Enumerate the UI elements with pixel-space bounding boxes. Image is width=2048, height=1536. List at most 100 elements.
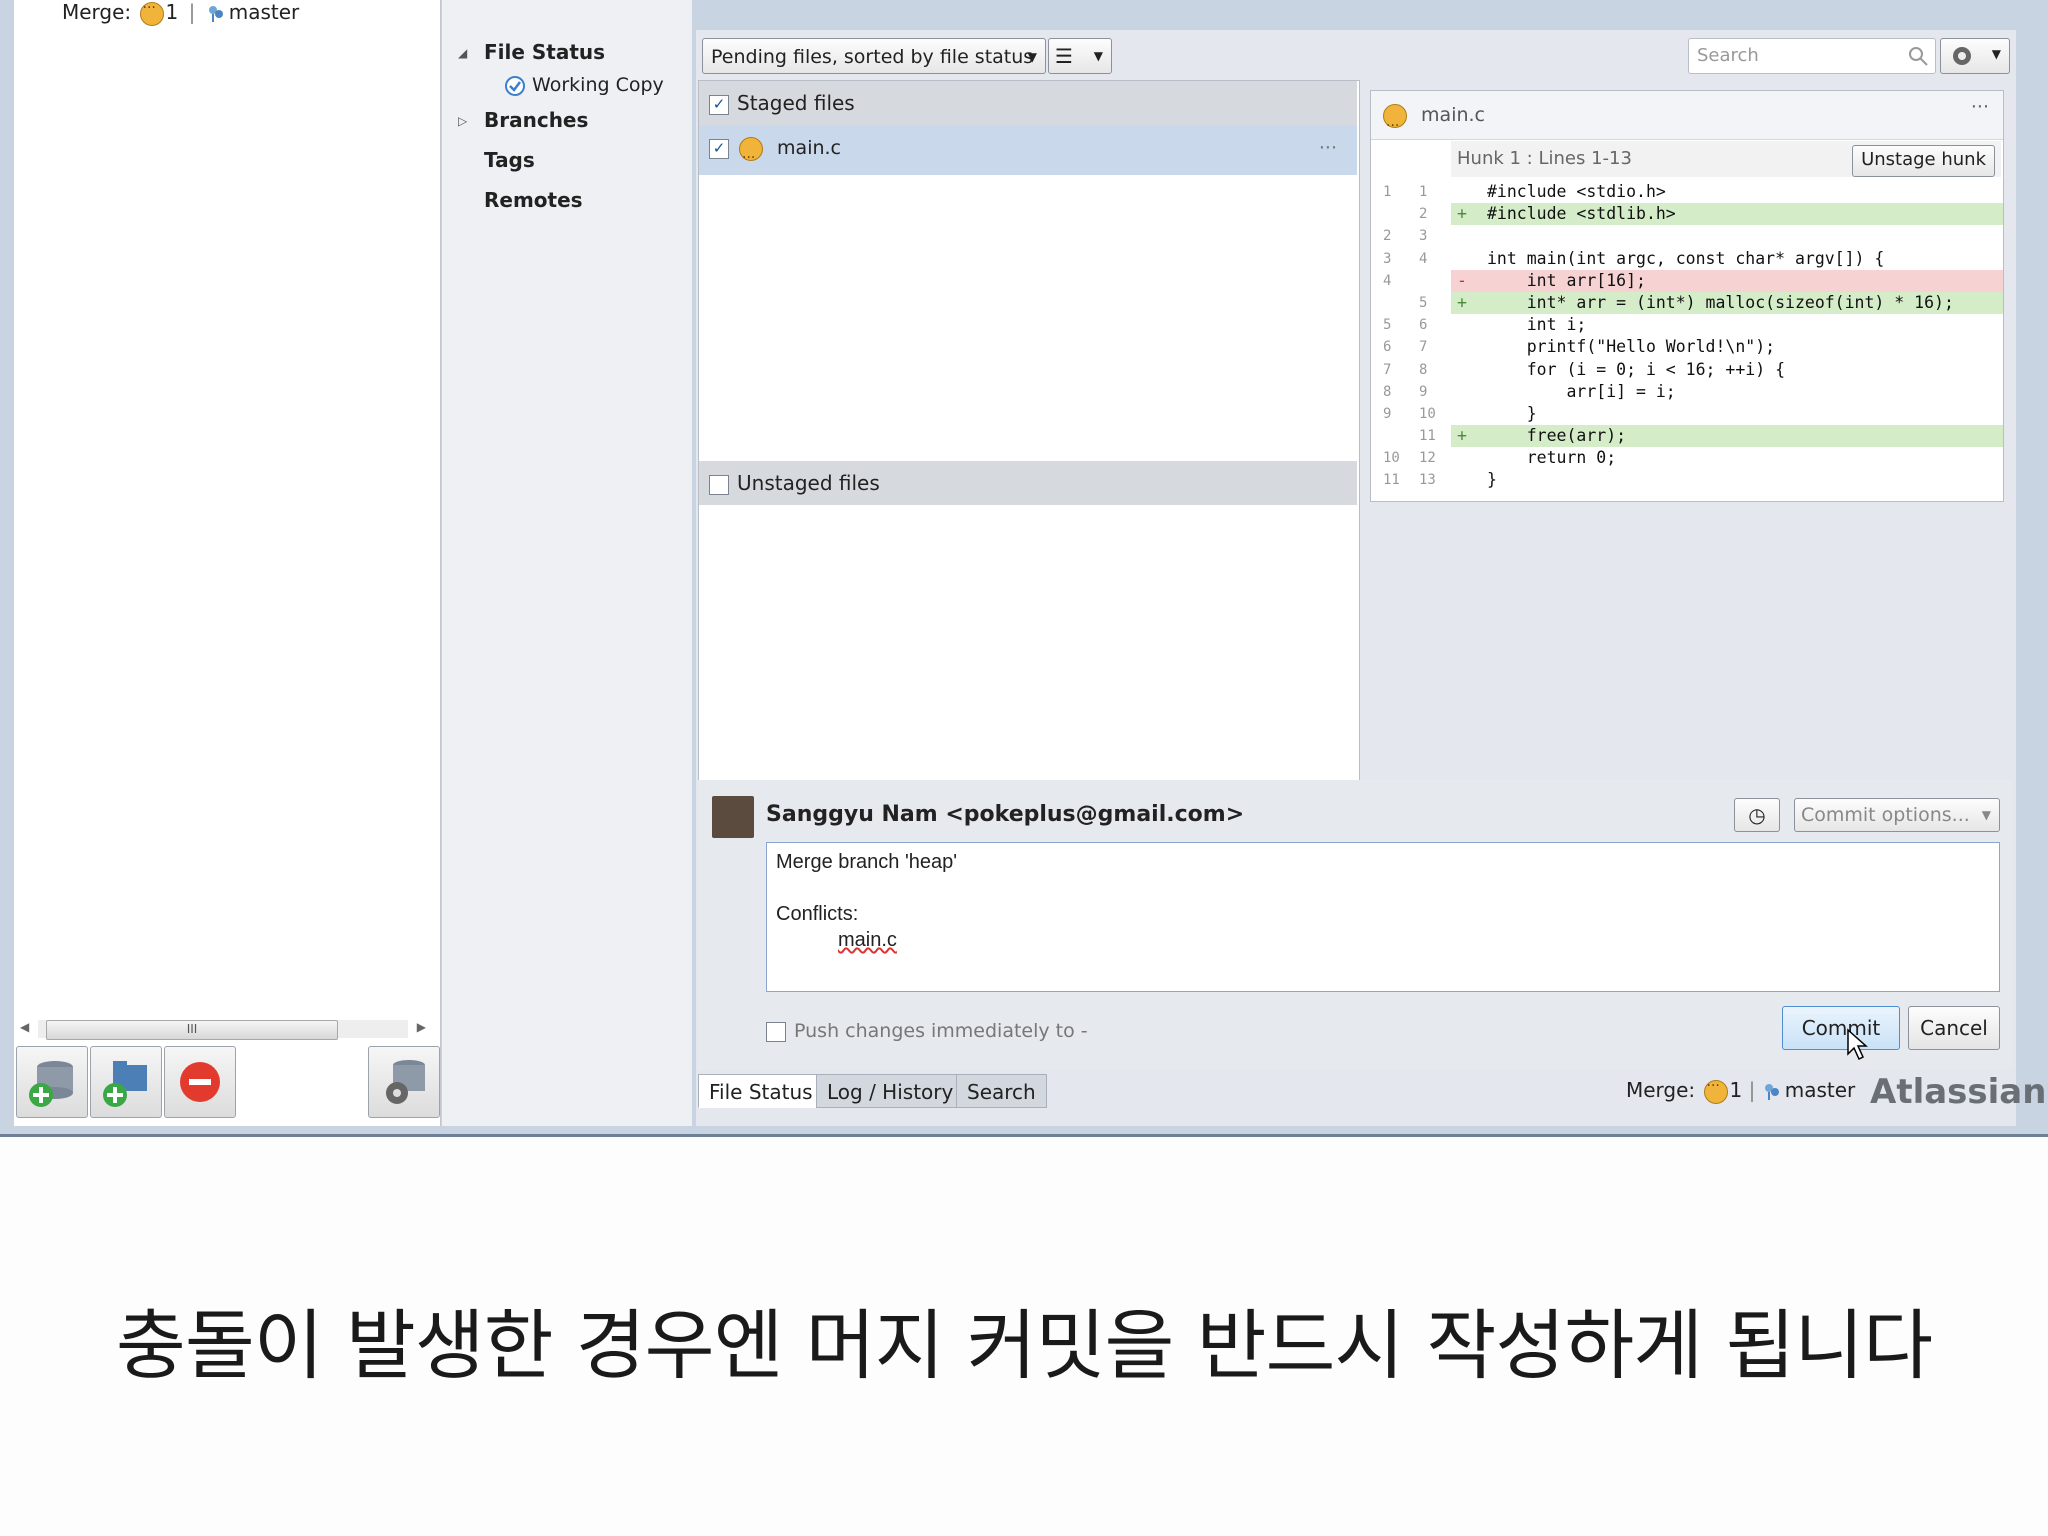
diff-line: 3 4 int main(int argc, const char* argv[])… (1371, 248, 2003, 270)
diff-line-added: 11 + free(arr); (1419, 425, 2003, 448)
hunk-title: Hunk 1 : Lines 1-13 (1457, 148, 1632, 169)
avatar (712, 796, 754, 838)
new-line-number: 2 (1419, 206, 1428, 223)
diff-line-removed: 4 - int arr[16]; (1383, 269, 2003, 292)
commit-panel: Sanggyu Nam <pokeplus@gmail.com> ◷ Commi… (698, 780, 2012, 1070)
diff-line: 6 7 printf("Hello World!\n"); (1371, 336, 2003, 358)
tab-file-status[interactable]: File Status (698, 1074, 824, 1108)
new-line-number: 3 (1419, 228, 1428, 245)
repository-settings-button[interactable] (368, 1046, 440, 1118)
gear-icon (1953, 47, 1971, 65)
new-line-number: 4 (1419, 250, 1428, 267)
code-text: printf("Hello World!\n"); (1487, 337, 1776, 357)
diff-panel: main.c ··· Hunk 1 : Lines 1-13 Unstage h… (1370, 90, 2004, 502)
new-line-number: 7 (1419, 339, 1428, 356)
diff-line: 10 12 return 0; (1371, 447, 2003, 469)
diff-line: 8 9 arr[i] = i; (1371, 381, 2003, 403)
nav-working-copy[interactable]: Working Copy (504, 74, 664, 97)
diff-marker: - (1457, 270, 1467, 290)
conflict-count: 1 (1729, 1078, 1743, 1102)
tab-search[interactable]: Search (956, 1074, 1047, 1108)
code-text: #include <stdlib.h> (1487, 204, 1676, 224)
diff-line-added: 5 + int* arr = (int*) malloc(sizeof(int) … (1419, 291, 2003, 315)
view-mode-button[interactable]: ☰ ▼ (1048, 38, 1112, 74)
unstaged-files-header[interactable]: Unstaged files (699, 461, 1357, 505)
unstage-hunk-button[interactable]: Unstage hunk (1852, 145, 1995, 177)
conflict-icon (1703, 1078, 1728, 1104)
diff-file-name: main.c (1421, 104, 1486, 126)
collapse-triangle-icon[interactable]: ◢ (458, 46, 467, 60)
nav-remotes[interactable]: Remotes (484, 188, 583, 212)
new-line-number: 6 (1419, 317, 1428, 334)
code-text: int* arr = (int*) malloc(sizeof(int) * 1… (1487, 292, 1954, 312)
file-checkbox[interactable]: ✓ (709, 138, 729, 159)
code-text: int main(int argc, const char* argv[]) { (1487, 248, 1885, 268)
settings-button[interactable]: ▼ (1940, 38, 2010, 74)
database-add-icon (29, 1061, 73, 1107)
separator: | (1748, 1078, 1756, 1102)
check-circle-icon (505, 75, 525, 96)
commit-button[interactable]: Commit (1782, 1006, 1900, 1050)
add-folder-button[interactable] (90, 1046, 162, 1118)
nav-branches[interactable]: Branches (484, 108, 588, 132)
remove-repository-button[interactable] (164, 1046, 236, 1118)
sidebar-scrollbar[interactable]: ◀ III ▶ (18, 1018, 428, 1040)
push-checkbox[interactable] (766, 1021, 786, 1042)
diff-header: main.c ··· (1371, 91, 2003, 150)
file-filter-select[interactable]: Pending files, sorted by file status ▼ (702, 38, 1046, 74)
old-line-number: 7 (1383, 361, 1392, 378)
chevron-down-icon: ▼ (1093, 49, 1103, 63)
more-options-icon[interactable]: ··· (1971, 83, 1989, 131)
new-line-number: 12 (1419, 450, 1436, 467)
diff-line: 11 13} (1371, 469, 2003, 491)
conflict-icon (739, 135, 763, 181)
chevron-down-icon: ▼ (1991, 47, 2001, 61)
expand-triangle-icon[interactable]: ▷ (458, 114, 467, 128)
list-icon: ☰ (1055, 44, 1073, 68)
commit-author: Sanggyu Nam <pokeplus@gmail.com> (766, 802, 1245, 827)
add-repository-button[interactable] (16, 1046, 88, 1118)
code-text: } (1487, 403, 1537, 423)
diff-line: 23 (1371, 225, 2003, 247)
nav-file-status[interactable]: File Status (484, 40, 605, 64)
history-button[interactable]: ◷ (1734, 798, 1780, 832)
new-line-number: 13 (1419, 472, 1436, 489)
search-input[interactable]: Search (1688, 38, 1936, 74)
diff-line: 1 1 #include <stdio.h> (1371, 181, 2003, 203)
cancel-button[interactable]: Cancel (1908, 1006, 2000, 1050)
diff-code: 1 1 #include <stdio.h> 2 + #include <stdlib.h… (1371, 181, 2003, 492)
code-text: free(arr); (1487, 426, 1627, 446)
chevron-down-icon: ▼ (1981, 808, 1991, 822)
staged-file-row[interactable]: ✓ main.c ··· (699, 125, 1357, 181)
old-line-number: 3 (1383, 250, 1392, 267)
old-line-number: 1 (1383, 184, 1392, 200)
repo-status-header: Merge: 1 | master (62, 0, 299, 26)
new-line-number: 1 (1419, 184, 1428, 200)
push-option[interactable]: Push changes immediately to - (766, 1020, 1088, 1042)
code-text: } (1487, 470, 1497, 490)
unstaged-checkbox[interactable] (709, 474, 729, 495)
bottom-bar: File Status Log / History Search Merge: … (696, 1070, 2046, 1126)
tab-log-history[interactable]: Log / History (816, 1074, 965, 1108)
commit-options-label: Commit options... (1801, 804, 1970, 826)
mouse-cursor-icon (1847, 1028, 1868, 1061)
more-options-icon[interactable]: ··· (1319, 125, 1337, 171)
old-line-number: 10 (1383, 450, 1400, 467)
code-text: #include <stdio.h> (1487, 182, 1666, 201)
conflict-count: 1 (165, 0, 179, 24)
staged-checkbox[interactable]: ✓ (709, 94, 729, 115)
scroll-left-icon[interactable]: ◀ (20, 1020, 29, 1034)
working-copy-label: Working Copy (532, 74, 664, 96)
diff-line: 7 8 for (i = 0; i < 16; ++i) { (1371, 359, 2003, 381)
app-window: Merge: 1 | master ◀ III ▶ ◢ File Status … (0, 0, 2048, 1137)
commit-message-field[interactable]: Merge branch 'heap' ​ Conflicts: main.c (766, 842, 2000, 992)
diff-marker: + (1457, 204, 1467, 224)
scroll-right-icon[interactable]: ▶ (417, 1020, 426, 1034)
scroll-thumb[interactable]: III (46, 1020, 338, 1040)
nav-tags[interactable]: Tags (484, 148, 535, 172)
message-line-1: Merge branch 'heap' (776, 851, 958, 873)
staged-files-header[interactable]: ✓ Staged files (699, 81, 1357, 125)
repo-sidebar: Merge: 1 | master (14, 0, 441, 1126)
commit-options-select[interactable]: Commit options... ▼ (1794, 798, 2000, 832)
file-list-panel: ✓ Staged files ✓ main.c ··· Unstaged file… (698, 80, 1360, 782)
